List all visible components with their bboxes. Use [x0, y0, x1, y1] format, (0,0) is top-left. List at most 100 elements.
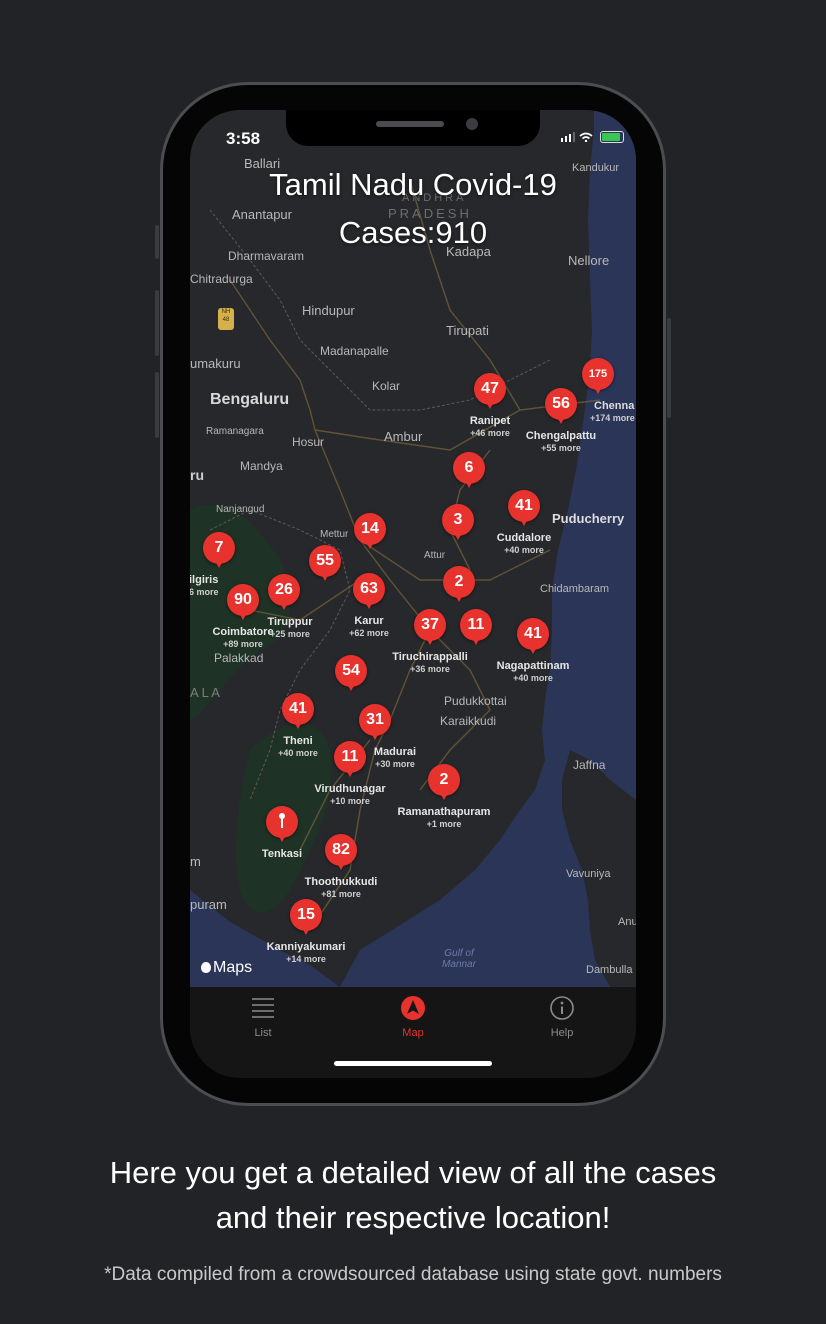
- caption-line-2: and their respective location!: [215, 1200, 611, 1235]
- place-chitradurga: Chitradurga: [190, 272, 253, 286]
- promo-caption: Here you get a detailed view of all the …: [0, 1150, 826, 1240]
- place-pudukkottai: Pudukkottai: [444, 694, 507, 708]
- list-icon: [252, 998, 274, 1018]
- caption-line-1: Here you get a detailed view of all the …: [109, 1155, 717, 1190]
- cluster-more: +174 more: [590, 413, 635, 423]
- place-jaffna: Jaffna: [573, 758, 606, 772]
- cluster-count: 15: [290, 899, 322, 935]
- cluster-count: 2: [428, 764, 460, 800]
- place-mysuru-partial: ru: [190, 467, 204, 483]
- place-partial-puram: puram: [190, 897, 227, 912]
- cluster-count: 56: [545, 388, 577, 424]
- highway-nh48-shield: NH 48: [218, 308, 234, 330]
- tab-map[interactable]: Map: [373, 995, 453, 1039]
- apple-icon: [201, 962, 211, 973]
- cluster-count: 14: [354, 513, 386, 549]
- place-palakkad: Palakkad: [214, 651, 264, 665]
- phone-screen: Ballari Kandukur ANDHRA PRADESH Anantapu…: [190, 110, 636, 1078]
- cluster-more: +40 more: [513, 673, 553, 683]
- cluster-label: Chengalpattu: [525, 430, 597, 442]
- cluster-label: Kanniyakumari: [266, 941, 346, 953]
- cluster-more: +55 more: [541, 443, 581, 453]
- cluster-count: 3: [442, 504, 474, 540]
- total-cases: Cases:910: [338, 215, 488, 250]
- cluster-label: Coimbatore: [212, 626, 274, 638]
- map-view[interactable]: Ballari Kandukur ANDHRA PRADESH Anantapu…: [190, 110, 636, 987]
- power-button: [667, 318, 671, 418]
- cluster-label: Thoothukkudi: [304, 876, 378, 888]
- notch: [286, 110, 540, 146]
- cluster-more: +40 more: [504, 545, 544, 555]
- cluster-count: 82: [325, 834, 357, 870]
- cluster-more: +14 more: [286, 954, 326, 964]
- cluster-label: Tiruchirappalli: [392, 651, 468, 663]
- place-nanjangud: Nanjangud: [216, 504, 265, 515]
- tab-map-label: Map: [402, 1027, 424, 1039]
- tab-help[interactable]: Help: [522, 995, 602, 1039]
- cluster-count: 37: [414, 609, 446, 645]
- home-indicator[interactable]: [334, 1061, 492, 1066]
- cluster-count: 7: [203, 532, 235, 568]
- cluster-label: Karur: [354, 615, 384, 627]
- cluster-label: Ramanathapuram: [397, 806, 491, 818]
- cluster-count: 11: [334, 741, 366, 777]
- speaker-grille: [376, 121, 444, 127]
- place-tirupati: Tirupati: [446, 323, 489, 338]
- cluster-count: 26: [268, 574, 300, 610]
- place-mettur: Mettur: [320, 529, 349, 540]
- cluster-more: +62 more: [349, 628, 389, 638]
- cluster-count: 11: [460, 609, 492, 645]
- place-chennai: Chenna: [594, 400, 635, 412]
- place-nellore: Nellore: [568, 253, 610, 268]
- place-mandya: Mandya: [240, 459, 283, 473]
- status-icons: [561, 129, 624, 143]
- apple-maps-logo: Maps: [201, 959, 252, 977]
- place-attur: Attur: [424, 550, 446, 561]
- place-kerala-partial: A L A: [190, 685, 220, 700]
- info-icon: [550, 996, 574, 1020]
- tab-list-label: List: [254, 1027, 272, 1039]
- cluster-label: Tenkasi: [261, 848, 303, 860]
- cluster-label: Madurai: [373, 746, 417, 758]
- place-karaikkudi: Karaikkudi: [440, 714, 497, 728]
- place-bengaluru: Bengaluru: [210, 391, 290, 408]
- cluster-label: ilgiris: [190, 574, 219, 586]
- place-anuradhapura-partial: Anu: [618, 916, 636, 928]
- tab-list[interactable]: List: [223, 995, 303, 1039]
- cluster-label: Nagapattinam: [496, 660, 570, 672]
- place-dambulla: Dambulla: [586, 964, 633, 976]
- cluster-count: 41: [517, 618, 549, 654]
- cluster-count: 31: [359, 704, 391, 740]
- place-kolar: Kolar: [372, 379, 401, 393]
- place-partial-m: m: [190, 854, 201, 869]
- map-title: Tamil Nadu Covid-19: [269, 167, 557, 202]
- cluster-count: 55: [309, 545, 341, 581]
- status-time: 3:58: [226, 129, 261, 148]
- place-vavuniya: Vavuniya: [566, 868, 611, 880]
- pin-stem-icon: [281, 818, 283, 828]
- place-ramanagara: Ramanagara: [206, 426, 264, 437]
- front-camera: [466, 118, 478, 130]
- cluster-count: 6: [453, 452, 485, 488]
- place-hosur: Hosur: [292, 435, 325, 449]
- cluster-count: 2: [443, 566, 475, 602]
- navigation-arrow-icon: [401, 996, 425, 1020]
- cluster-count: 175: [582, 358, 614, 394]
- cluster-label: Theni: [283, 735, 313, 747]
- wifi-icon: [579, 132, 593, 143]
- cluster-count: 41: [282, 693, 314, 729]
- cluster-label: Cuddalore: [496, 532, 552, 544]
- data-source-footnote: *Data compiled from a crowdsourced datab…: [104, 1264, 722, 1285]
- signal-icon: [561, 131, 576, 142]
- cluster-more: +89 more: [223, 639, 263, 649]
- volume-up-button: [155, 290, 159, 356]
- tab-help-label: Help: [550, 1027, 574, 1039]
- cluster-more: +36 more: [410, 664, 450, 674]
- volume-down-button: [155, 372, 159, 438]
- single-location-pin: [266, 806, 298, 842]
- cluster-label: Virudhunagar: [314, 783, 386, 795]
- mute-switch: [155, 225, 159, 259]
- place-puducherry: Puducherry: [552, 511, 625, 526]
- cluster-count: 54: [335, 655, 367, 691]
- cluster-more: +1 more: [426, 819, 462, 829]
